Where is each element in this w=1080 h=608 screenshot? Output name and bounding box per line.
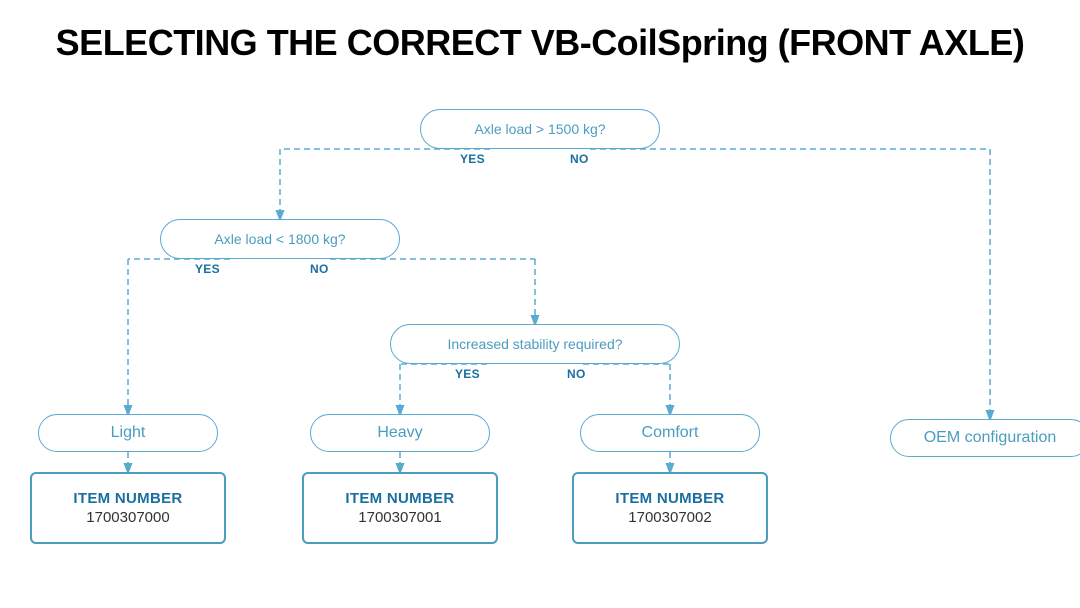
d1-yes-label: YES <box>460 152 485 166</box>
item-2-number: 1700307002 <box>628 509 711 526</box>
page-title: SELECTING THE CORRECT VB-CoilSpring (FRO… <box>0 0 1080 74</box>
decision-3: Increased stability required? <box>390 324 680 364</box>
d2-no-label: NO <box>310 262 329 276</box>
decision-1: Axle load > 1500 kg? <box>420 109 660 149</box>
item-box-1: ITEM NUMBER 1700307001 <box>302 472 498 544</box>
item-box-0: ITEM NUMBER 1700307000 <box>30 472 226 544</box>
result-comfort: Comfort <box>580 414 760 452</box>
item-box-2: ITEM NUMBER 1700307002 <box>572 472 768 544</box>
item-0-label: ITEM NUMBER <box>73 490 182 507</box>
result-oem: OEM configuration <box>890 419 1080 457</box>
decision-2: Axle load < 1800 kg? <box>160 219 400 259</box>
result-heavy: Heavy <box>310 414 490 452</box>
item-2-label: ITEM NUMBER <box>615 490 724 507</box>
d3-no-label: NO <box>567 367 586 381</box>
item-0-number: 1700307000 <box>86 509 169 526</box>
d1-no-label: NO <box>570 152 589 166</box>
d3-yes-label: YES <box>455 367 480 381</box>
diagram-area: Axle load > 1500 kg? YES NO Axle load < … <box>0 84 1080 584</box>
d2-yes-label: YES <box>195 262 220 276</box>
item-1-label: ITEM NUMBER <box>345 490 454 507</box>
result-light: Light <box>38 414 218 452</box>
item-1-number: 1700307001 <box>358 509 441 526</box>
